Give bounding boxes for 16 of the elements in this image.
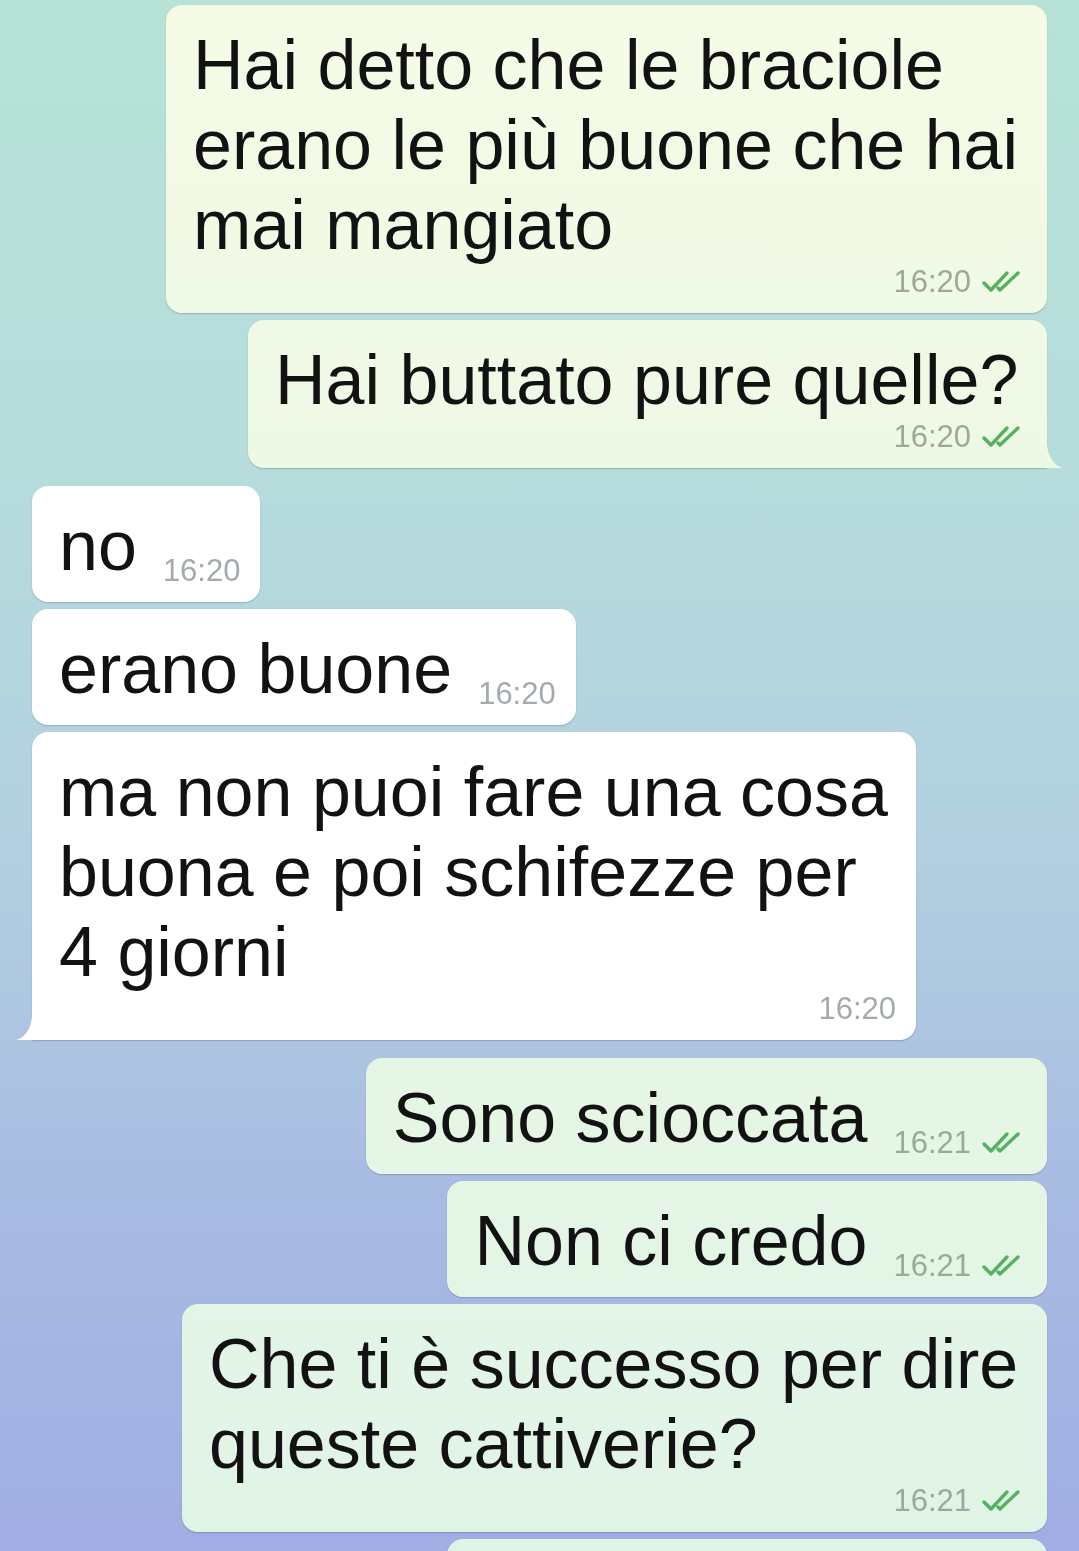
- message-text: Hai buttato pure quelle?: [275, 341, 1019, 419]
- message-text: ma non puoi fare una cosa buona e poi schifezze per 4 giorni: [59, 753, 888, 991]
- message-time: 16:21: [893, 1251, 971, 1281]
- message-time: 16:21: [893, 1128, 971, 1158]
- message-time: 16:20: [478, 679, 556, 709]
- message-text: Non ci credo: [474, 1202, 868, 1280]
- message-text: no: [59, 507, 137, 585]
- message-time: 16:20: [893, 422, 971, 452]
- message-time: 16:21: [893, 1486, 971, 1516]
- message-text: Hai detto che le braciole erano le più buone che hai mai mangiato: [193, 26, 1019, 264]
- message-time: 16:20: [818, 994, 896, 1024]
- message-text: Che ti è successo per dire queste cattiverie?: [209, 1325, 1019, 1483]
- message-text: erano buone: [59, 630, 453, 708]
- message-time: 16:20: [893, 267, 971, 297]
- message-text: Sono scioccata: [392, 1079, 868, 1157]
- message-time: 16:20: [162, 556, 241, 586]
